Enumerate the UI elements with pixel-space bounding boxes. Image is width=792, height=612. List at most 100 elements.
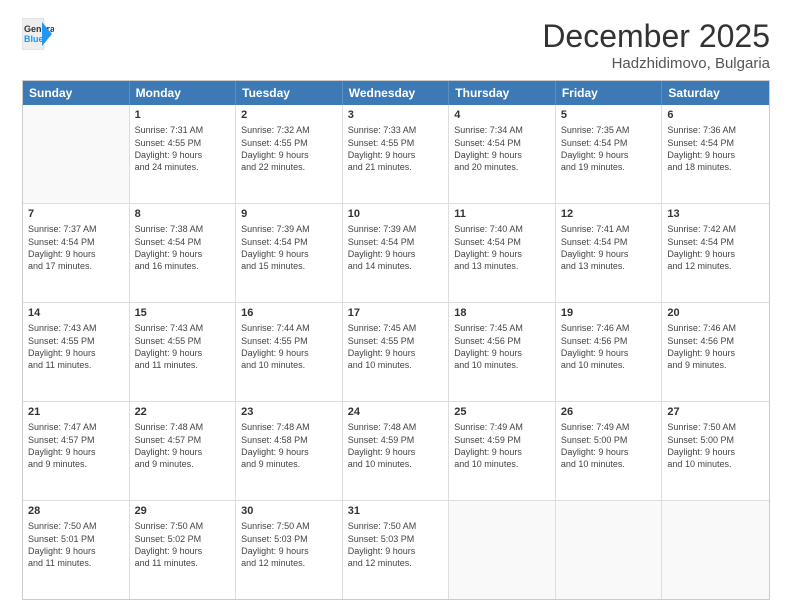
calendar-cell: 13Sunrise: 7:42 AMSunset: 4:54 PMDayligh… (662, 204, 769, 302)
day-number: 11 (454, 207, 550, 222)
cell-info-line: Sunrise: 7:48 AM (241, 421, 337, 433)
cell-info-line: and 12 minutes. (667, 260, 764, 272)
calendar-cell (662, 501, 769, 599)
cell-info-line: Sunset: 4:56 PM (667, 335, 764, 347)
cell-info-line: Sunrise: 7:46 AM (561, 322, 657, 334)
calendar-cell: 9Sunrise: 7:39 AMSunset: 4:54 PMDaylight… (236, 204, 343, 302)
day-number: 14 (28, 306, 124, 321)
calendar-cell: 11Sunrise: 7:40 AMSunset: 4:54 PMDayligh… (449, 204, 556, 302)
cell-info-line: Sunrise: 7:50 AM (241, 520, 337, 532)
cell-info-line: Daylight: 9 hours (28, 545, 124, 557)
day-number: 5 (561, 108, 657, 123)
day-number: 21 (28, 405, 124, 420)
cell-info-line: Daylight: 9 hours (135, 149, 231, 161)
location: Hadzhidimovo, Bulgaria (542, 55, 770, 72)
cell-info-line: Sunrise: 7:39 AM (241, 223, 337, 235)
day-number: 10 (348, 207, 444, 222)
day-number: 13 (667, 207, 764, 222)
calendar-cell: 14Sunrise: 7:43 AMSunset: 4:55 PMDayligh… (23, 303, 130, 401)
calendar-body: 1Sunrise: 7:31 AMSunset: 4:55 PMDaylight… (23, 105, 769, 599)
cell-info-line: Sunset: 4:54 PM (667, 137, 764, 149)
calendar-cell: 23Sunrise: 7:48 AMSunset: 4:58 PMDayligh… (236, 402, 343, 500)
cell-info-line: Sunset: 4:54 PM (667, 236, 764, 248)
day-number: 27 (667, 405, 764, 420)
cell-info-line: and 15 minutes. (241, 260, 337, 272)
cell-info-line: Daylight: 9 hours (454, 248, 550, 260)
cell-info-line: Sunrise: 7:44 AM (241, 322, 337, 334)
day-header-wednesday: Wednesday (343, 81, 450, 105)
cell-info-line: Daylight: 9 hours (241, 149, 337, 161)
calendar-cell: 3Sunrise: 7:33 AMSunset: 4:55 PMDaylight… (343, 105, 450, 203)
cell-info-line: Sunset: 4:59 PM (348, 434, 444, 446)
cell-info-line: Sunrise: 7:43 AM (28, 322, 124, 334)
svg-text:Blue: Blue (24, 34, 44, 44)
calendar-cell: 6Sunrise: 7:36 AMSunset: 4:54 PMDaylight… (662, 105, 769, 203)
cell-info-line: Daylight: 9 hours (667, 149, 764, 161)
title-block: December 2025 Hadzhidimovo, Bulgaria (542, 18, 770, 72)
cell-info-line: Daylight: 9 hours (454, 149, 550, 161)
cell-info-line: Sunrise: 7:45 AM (454, 322, 550, 334)
cell-info-line: and 11 minutes. (135, 359, 231, 371)
calendar-cell: 7Sunrise: 7:37 AMSunset: 4:54 PMDaylight… (23, 204, 130, 302)
cell-info-line: Sunset: 5:03 PM (348, 533, 444, 545)
day-number: 26 (561, 405, 657, 420)
day-number: 15 (135, 306, 231, 321)
cell-info-line: and 12 minutes. (241, 557, 337, 569)
logo-graphic: General Blue (22, 18, 54, 50)
calendar-cell: 28Sunrise: 7:50 AMSunset: 5:01 PMDayligh… (23, 501, 130, 599)
cell-info-line: Sunrise: 7:48 AM (348, 421, 444, 433)
cell-info-line: Sunset: 4:57 PM (28, 434, 124, 446)
calendar-cell: 18Sunrise: 7:45 AMSunset: 4:56 PMDayligh… (449, 303, 556, 401)
calendar-cell: 30Sunrise: 7:50 AMSunset: 5:03 PMDayligh… (236, 501, 343, 599)
calendar-week-5: 28Sunrise: 7:50 AMSunset: 5:01 PMDayligh… (23, 501, 769, 599)
cell-info-line: Sunset: 4:55 PM (28, 335, 124, 347)
cell-info-line: Sunset: 4:54 PM (348, 236, 444, 248)
cell-info-line: Sunrise: 7:38 AM (135, 223, 231, 235)
day-number: 2 (241, 108, 337, 123)
cell-info-line: and 10 minutes. (348, 458, 444, 470)
calendar-cell: 20Sunrise: 7:46 AMSunset: 4:56 PMDayligh… (662, 303, 769, 401)
cell-info-line: Sunrise: 7:49 AM (454, 421, 550, 433)
cell-info-line: and 22 minutes. (241, 161, 337, 173)
cell-info-line: Sunset: 5:02 PM (135, 533, 231, 545)
cell-info-line: Sunset: 4:54 PM (135, 236, 231, 248)
day-header-thursday: Thursday (449, 81, 556, 105)
cell-info-line: Daylight: 9 hours (667, 248, 764, 260)
logo: General Blue (22, 18, 54, 50)
day-header-sunday: Sunday (23, 81, 130, 105)
calendar-week-4: 21Sunrise: 7:47 AMSunset: 4:57 PMDayligh… (23, 402, 769, 501)
cell-info-line: Daylight: 9 hours (348, 446, 444, 458)
cell-info-line: Sunset: 4:56 PM (454, 335, 550, 347)
calendar-cell (449, 501, 556, 599)
cell-info-line: and 13 minutes. (454, 260, 550, 272)
cell-info-line: and 20 minutes. (454, 161, 550, 173)
cell-info-line: Sunrise: 7:46 AM (667, 322, 764, 334)
day-number: 12 (561, 207, 657, 222)
cell-info-line: Sunset: 5:01 PM (28, 533, 124, 545)
day-number: 29 (135, 504, 231, 519)
cell-info-line: Sunset: 4:55 PM (241, 335, 337, 347)
cell-info-line: Daylight: 9 hours (241, 446, 337, 458)
cell-info-line: Sunrise: 7:47 AM (28, 421, 124, 433)
cell-info-line: Daylight: 9 hours (135, 248, 231, 260)
cell-info-line: Sunset: 4:55 PM (135, 335, 231, 347)
calendar-cell (23, 105, 130, 203)
cell-info-line: and 10 minutes. (454, 359, 550, 371)
cell-info-line: and 19 minutes. (561, 161, 657, 173)
calendar-cell: 21Sunrise: 7:47 AMSunset: 4:57 PMDayligh… (23, 402, 130, 500)
cell-info-line: and 10 minutes. (241, 359, 337, 371)
day-number: 1 (135, 108, 231, 123)
cell-info-line: and 10 minutes. (454, 458, 550, 470)
day-number: 8 (135, 207, 231, 222)
day-number: 25 (454, 405, 550, 420)
cell-info-line: Sunset: 4:57 PM (135, 434, 231, 446)
day-number: 30 (241, 504, 337, 519)
cell-info-line: Sunrise: 7:49 AM (561, 421, 657, 433)
cell-info-line: Sunrise: 7:50 AM (667, 421, 764, 433)
cell-info-line: Sunset: 4:55 PM (241, 137, 337, 149)
day-number: 4 (454, 108, 550, 123)
cell-info-line: and 9 minutes. (135, 458, 231, 470)
cell-info-line: Daylight: 9 hours (454, 347, 550, 359)
cell-info-line: Sunset: 4:54 PM (561, 137, 657, 149)
cell-info-line: and 10 minutes. (348, 359, 444, 371)
